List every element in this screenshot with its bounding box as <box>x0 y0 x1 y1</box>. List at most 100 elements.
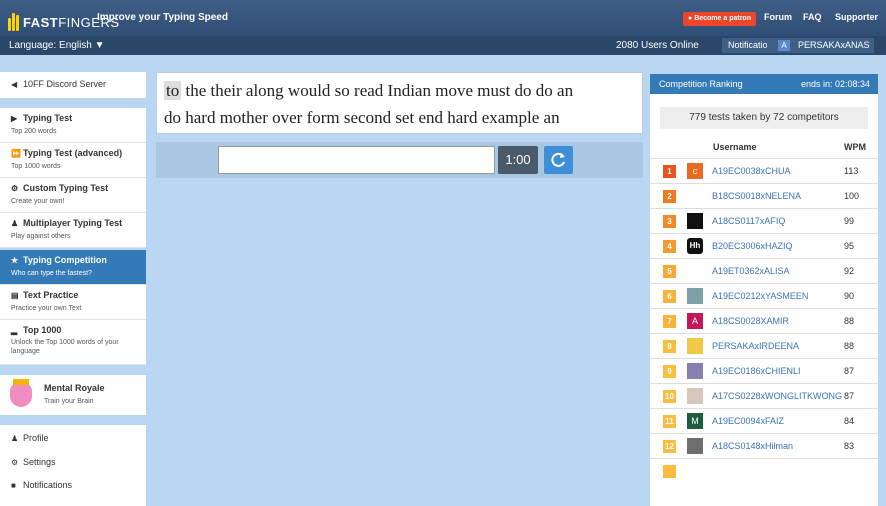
user-avatar: A <box>778 40 790 51</box>
ranking-wpm: 83 <box>844 441 855 451</box>
current-word: to <box>164 81 182 100</box>
avatar <box>687 363 703 379</box>
timer: 1:00 <box>498 146 538 174</box>
sidebar-item-profile[interactable]: ♟ Profile <box>11 433 49 443</box>
ranking-row: 11 M A19EC0094xFAIZ 84 <box>650 408 878 433</box>
ranking-wpm: 99 <box>844 216 855 226</box>
avatar <box>687 338 703 354</box>
ranking-row: 5 A19ET0362xALISA 92 <box>650 258 878 283</box>
refresh-icon <box>551 152 565 167</box>
sidebar-item-multiplayer[interactable]: ♟ Multiplayer Typing Test Play against ot… <box>0 213 146 248</box>
avatar <box>687 388 703 404</box>
avatar: c <box>687 163 703 179</box>
megaphone-icon: ◀ <box>11 80 18 89</box>
sidebar-bottom-menu: ♟ Profile ⚙ Settings ■ Notifications <box>0 425 146 506</box>
fast-forward-icon: ⏩ <box>11 149 21 158</box>
competition-ranking-panel: Competition Ranking ends in: 02:08:34 77… <box>650 74 878 506</box>
ranking-username[interactable]: A19ET0362xALISA <box>712 266 790 276</box>
gears-icon: ⚙ <box>11 184 19 193</box>
sidebar-item-custom-typing-test[interactable]: ⚙ Custom Typing Test Create your own! <box>0 178 146 213</box>
nav-supporter[interactable]: Supporter <box>835 12 878 22</box>
sidebar-item-discord[interactable]: ◀ 10FF Discord Server <box>0 72 146 98</box>
trophy-icon: ★ <box>11 256 19 265</box>
ranking-username[interactable]: PERSAKAxIRDEENA <box>712 341 799 351</box>
rank-badge: 5 <box>663 265 676 278</box>
avatar: Hh <box>687 238 703 254</box>
users-icon: ♟ <box>11 219 19 228</box>
ranking-wpm: 113 <box>844 166 859 176</box>
sidebar: ◀ 10FF Discord Server ▶ Typing Test Top 20… <box>0 55 146 506</box>
rank-badge: 7 <box>663 315 676 328</box>
ranking-wpm: 84 <box>844 416 855 426</box>
chevron-down-icon: ▼ <box>94 40 105 51</box>
column-wpm: WPM <box>844 142 866 152</box>
ranking-wpm: 90 <box>844 291 855 301</box>
user-menu-button[interactable]: A PERSAKAxANAS <box>767 38 874 53</box>
avatar: M <box>687 413 703 429</box>
ranking-row: 2 B18CS0018xNELENA 100 <box>650 183 878 208</box>
sidebar-item-text-practice[interactable]: ▤ Text Practice Practice your own Text <box>0 285 146 320</box>
rank-badge: 6 <box>663 290 676 303</box>
ranking-username[interactable]: B18CS0018xNELENA <box>712 191 801 201</box>
ranking-wpm: 95 <box>844 241 855 251</box>
users-online: 2080 Users Online <box>616 40 699 51</box>
ranking-wpm: 100 <box>844 191 860 201</box>
sidebar-item-typing-test[interactable]: ▶ Typing Test Top 200 words <box>0 108 146 143</box>
word-line-2: do hard mother over form second set end … <box>164 108 560 127</box>
ranking-countdown: ends in: 02:08:34 <box>800 79 870 89</box>
ranking-wpm: 92 <box>844 266 855 276</box>
ranking-username[interactable]: A19EC0186xCHIENLI <box>712 366 801 376</box>
sub-bar: Language: English ▼ 2080 Users Online No… <box>0 36 886 55</box>
comment-icon: ■ <box>11 481 16 490</box>
tests-summary: 779 tests taken by 72 competitors <box>660 107 868 129</box>
ranking-row: 9 A19EC0186xCHIENLI 87 <box>650 358 878 383</box>
user-name: PERSAKAxANAS <box>798 40 870 50</box>
restart-button[interactable] <box>544 146 573 174</box>
word-line-1: to the their along would so read Indian … <box>164 81 574 100</box>
avatar <box>687 438 703 454</box>
ranking-username[interactable]: A17CS0228xWONGLITKWONG <box>712 391 842 401</box>
crown-icon <box>13 379 29 385</box>
nav-faq[interactable]: FAQ <box>803 12 822 22</box>
sidebar-item-top-1000[interactable]: ▂ Top 1000 Unlock the Top 1000 words of y… <box>0 320 146 365</box>
sidebar-item-notifications[interactable]: ■ Notifications <box>11 480 72 490</box>
avatar: A <box>687 313 703 329</box>
become-patron-button[interactable]: ● Become a patron <box>683 12 756 26</box>
gear-icon: ⚙ <box>11 458 19 467</box>
ranking-wpm: 88 <box>844 316 855 326</box>
rank-badge: 11 <box>663 415 676 428</box>
ranking-title: Competition Ranking <box>659 79 743 89</box>
logo-fingers-icon <box>8 9 22 31</box>
avatar <box>687 213 703 229</box>
rank-badge: 4 <box>663 240 676 253</box>
ranking-row-partial <box>650 458 878 483</box>
ranking-row: 12 A18CS0148xHilman 83 <box>650 433 878 458</box>
column-username: Username <box>713 142 757 152</box>
rank-badge: 3 <box>663 215 676 228</box>
rank-badge: 9 <box>663 365 676 378</box>
mental-royale-brain-icon <box>10 383 32 407</box>
document-icon: ▤ <box>11 291 19 300</box>
rank-badge: 12 <box>663 440 676 453</box>
sidebar-item-typing-competition[interactable]: ★ Typing Competition Who can type the fas… <box>0 250 146 285</box>
ranking-row: 1 c A19EC0038xCHUA 113 <box>650 158 878 183</box>
sidebar-item-mental-royale[interactable]: Mental Royale Train your Brain <box>0 375 146 415</box>
user-icon: ♟ <box>11 434 19 443</box>
ranking-username[interactable]: A19EC0094xFAIZ <box>712 416 784 426</box>
play-icon: ▶ <box>11 114 18 123</box>
ranking-username[interactable]: A19EC0212xYASMEEN <box>712 291 808 301</box>
ranking-username[interactable]: A18CS0148xHilman <box>712 441 793 451</box>
ranking-username[interactable]: A19EC0038xCHUA <box>712 166 791 176</box>
ranking-username[interactable]: A18CS0117xAFIQ <box>712 216 785 226</box>
language-selector[interactable]: Language: English ▼ <box>9 40 105 51</box>
ranking-row: 8 PERSAKAxIRDEENA 88 <box>650 333 878 358</box>
ranking-username[interactable]: B20EC3006xHAZIQ <box>712 241 793 251</box>
rank-badge: 10 <box>663 390 676 403</box>
nav-forum[interactable]: Forum <box>764 12 792 22</box>
typing-input[interactable] <box>218 146 495 174</box>
sidebar-item-settings[interactable]: ⚙ Settings <box>11 457 56 467</box>
ranking-username[interactable]: A18CS0028XAMIR <box>712 316 789 326</box>
rank-badge <box>663 465 676 478</box>
sidebar-item-typing-test-advanced[interactable]: ⏩ Typing Test (advanced) Top 1000 words <box>0 143 146 178</box>
ranking-row: 10 A17CS0228xWONGLITKWONG 87 <box>650 383 878 408</box>
